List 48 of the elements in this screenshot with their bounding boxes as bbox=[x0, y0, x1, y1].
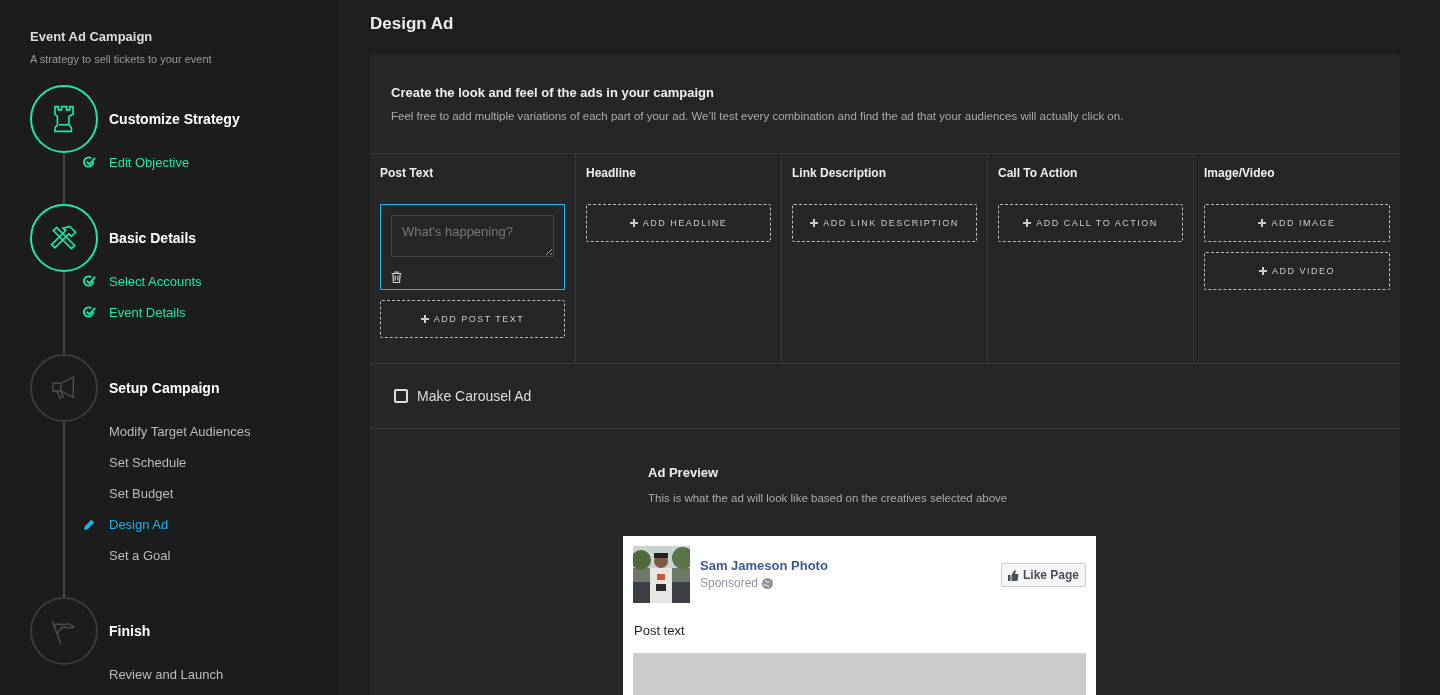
column-heading: Link Description bbox=[792, 166, 887, 180]
campaign-title: Event Ad Campaign bbox=[30, 29, 154, 44]
carousel-checkbox[interactable] bbox=[394, 389, 408, 403]
like-page-button[interactable]: Like Page bbox=[1000, 563, 1086, 587]
plus-icon bbox=[420, 315, 429, 323]
step-title: Customize Strategy bbox=[109, 111, 240, 127]
step-link[interactable]: Event Details bbox=[109, 305, 186, 320]
add-button[interactable]: ADD LINK DESCRIPTION bbox=[792, 204, 977, 242]
globe-icon bbox=[762, 577, 774, 589]
step-link[interactable]: Design Ad bbox=[109, 517, 169, 532]
campaign-subtitle: A strategy to sell tickets to your event bbox=[30, 53, 213, 65]
section-description: Feel free to add multiple variations of each part of your ad. We’ll test every combination and find the ad that your audiences will actually click on. bbox=[391, 110, 1125, 122]
plus-icon bbox=[810, 219, 819, 227]
preview-subtitle: This is what the ad will look like based on the creatives selected above bbox=[648, 492, 1009, 504]
step-title: Setup Campaign bbox=[109, 380, 220, 396]
page-title: Design Ad bbox=[370, 14, 455, 34]
section-heading: Create the look and feel of the ads in your campaign bbox=[391, 85, 715, 100]
add-button[interactable]: ADD CALL TO ACTION bbox=[998, 204, 1183, 242]
tools-icon bbox=[50, 224, 78, 252]
step-link[interactable]: Modify Target Audiences bbox=[109, 424, 251, 439]
page-name-link[interactable]: Sam Jameson Photo bbox=[700, 558, 991, 573]
plus-icon bbox=[1258, 219, 1267, 227]
column-heading: Post Text bbox=[380, 166, 435, 180]
preview-title: Ad Preview bbox=[648, 465, 720, 480]
plus-icon bbox=[1023, 219, 1032, 227]
thumbs-up-icon bbox=[1007, 569, 1019, 581]
step-title: Basic Details bbox=[109, 230, 197, 246]
sponsored-label: Sponsored bbox=[700, 576, 759, 590]
column-heading: Headline bbox=[586, 166, 637, 180]
step-link[interactable]: Edit Objective bbox=[109, 155, 190, 170]
step-link[interactable]: Select Accounts bbox=[109, 274, 202, 289]
add-button[interactable]: ADD VIDEO bbox=[1204, 252, 1390, 290]
add-button[interactable]: ADD POST TEXT bbox=[380, 300, 565, 338]
step-title: Finish bbox=[109, 623, 151, 639]
add-button[interactable]: ADD IMAGE bbox=[1204, 204, 1390, 242]
step-link[interactable]: Set a Goal bbox=[109, 548, 171, 563]
column-heading: Call To Action bbox=[998, 166, 1079, 180]
column-heading: Image/Video bbox=[1204, 166, 1276, 180]
post-text-field[interactable]: What's happening? bbox=[391, 215, 554, 257]
step-link[interactable]: Set Budget bbox=[109, 486, 174, 501]
add-button[interactable]: ADD HEADLINE bbox=[586, 204, 771, 242]
ad-post-text: Post text bbox=[634, 623, 686, 638]
step-link[interactable]: Review and Launch bbox=[109, 667, 224, 682]
step-link[interactable]: Set Schedule bbox=[109, 455, 187, 470]
trash-icon[interactable] bbox=[391, 271, 402, 283]
plus-icon bbox=[1259, 267, 1267, 275]
carousel-label: Make Carousel Ad bbox=[417, 388, 532, 404]
plus-icon bbox=[629, 219, 638, 227]
